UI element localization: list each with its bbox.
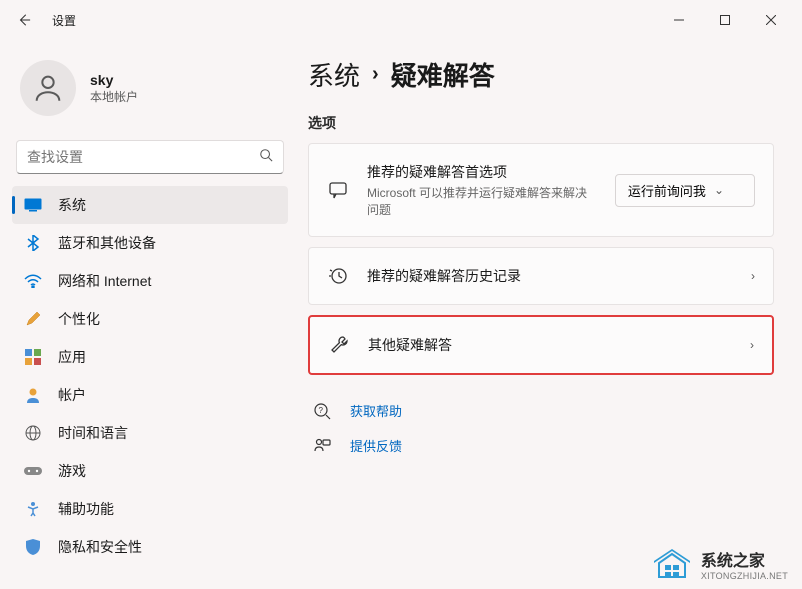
wifi-icon [24, 272, 42, 290]
gamepad-icon [24, 462, 42, 480]
window-title: 设置 [52, 12, 76, 29]
chevron-right-icon: › [372, 63, 379, 86]
sidebar-item-time-language[interactable]: 时间和语言 [12, 414, 288, 452]
minimize-button[interactable] [656, 4, 702, 36]
link-label: 获取帮助 [350, 401, 402, 420]
sidebar-item-label: 个性化 [58, 309, 100, 329]
select-value: 运行前询问我 [628, 181, 706, 200]
maximize-button[interactable] [702, 4, 748, 36]
apps-icon [24, 348, 42, 366]
card-other-troubleshooters[interactable]: 其他疑难解答 › [308, 315, 774, 375]
card-title: 推荐的疑难解答首选项 [367, 162, 597, 182]
watermark-logo [651, 547, 693, 581]
sidebar-item-label: 网络和 Internet [58, 271, 151, 291]
back-button[interactable] [8, 4, 40, 36]
chevron-right-icon: › [750, 338, 754, 352]
profile-name: sky [90, 72, 138, 88]
sidebar-item-label: 帐户 [58, 385, 86, 405]
breadcrumb-parent[interactable]: 系统 [308, 56, 360, 93]
card-history[interactable]: 推荐的疑难解答历史记录 › [308, 247, 774, 305]
sidebar-item-accessibility[interactable]: 辅助功能 [12, 490, 288, 528]
sidebar-item-label: 游戏 [58, 461, 86, 481]
sidebar-item-accounts[interactable]: 帐户 [12, 376, 288, 414]
preference-select[interactable]: 运行前询问我 ⌄ [615, 174, 755, 207]
sidebar-item-label: 辅助功能 [58, 499, 114, 519]
svg-text:?: ? [319, 406, 324, 415]
user-profile[interactable]: sky 本地帐户 [12, 48, 288, 128]
brush-icon [24, 310, 42, 328]
sidebar-item-label: 时间和语言 [58, 423, 128, 443]
chevron-right-icon: › [751, 269, 755, 283]
sidebar-item-personalization[interactable]: 个性化 [12, 300, 288, 338]
wrench-icon [328, 335, 350, 355]
search-icon [259, 148, 273, 167]
section-options-label: 选项 [308, 113, 774, 133]
feedback-icon [312, 437, 332, 455]
sidebar-item-network[interactable]: 网络和 Internet [12, 262, 288, 300]
shield-icon [24, 538, 42, 556]
breadcrumb-current: 疑难解答 [391, 56, 495, 93]
sidebar-item-label: 系统 [58, 195, 86, 215]
sidebar-item-label: 应用 [58, 347, 86, 367]
card-subtitle: Microsoft 可以推荐并运行疑难解答来解决问题 [367, 184, 587, 218]
card-title: 其他疑难解答 [368, 335, 732, 355]
display-icon [24, 196, 42, 214]
chevron-down-icon: ⌄ [714, 183, 724, 197]
sidebar-item-apps[interactable]: 应用 [12, 338, 288, 376]
feedback-link[interactable]: 提供反馈 [308, 430, 774, 461]
sidebar-item-privacy[interactable]: 隐私和安全性 [12, 528, 288, 566]
access-icon [24, 500, 42, 518]
sidebar-item-gaming[interactable]: 游戏 [12, 452, 288, 490]
watermark-text-en: XITONGZHIJIA.NET [701, 571, 788, 581]
bluetooth-icon [24, 234, 42, 252]
sidebar-item-system[interactable]: 系统 [12, 186, 288, 224]
sidebar-item-bluetooth[interactable]: 蓝牙和其他设备 [12, 224, 288, 262]
help-icon: ? [312, 402, 332, 420]
person-icon [24, 386, 42, 404]
globe-icon [24, 424, 42, 442]
watermark-text-cn: 系统之家 [701, 547, 788, 571]
link-label: 提供反馈 [350, 436, 402, 455]
close-button[interactable] [748, 4, 794, 36]
search-input[interactable] [27, 149, 259, 165]
sidebar-item-label: 隐私和安全性 [58, 537, 142, 557]
profile-subtitle: 本地帐户 [90, 88, 138, 105]
avatar [20, 60, 76, 116]
sidebar-item-label: 蓝牙和其他设备 [58, 233, 156, 253]
card-recommended-preferences: 推荐的疑难解答首选项 Microsoft 可以推荐并运行疑难解答来解决问题 运行… [308, 143, 774, 237]
search-input-container[interactable] [16, 140, 284, 174]
history-icon [327, 266, 349, 286]
card-title: 推荐的疑难解答历史记录 [367, 266, 733, 286]
chat-icon [327, 180, 349, 200]
get-help-link[interactable]: ? 获取帮助 [308, 395, 774, 426]
watermark: 系统之家 XITONGZHIJIA.NET [651, 547, 788, 581]
breadcrumb: 系统 › 疑难解答 [308, 56, 774, 93]
